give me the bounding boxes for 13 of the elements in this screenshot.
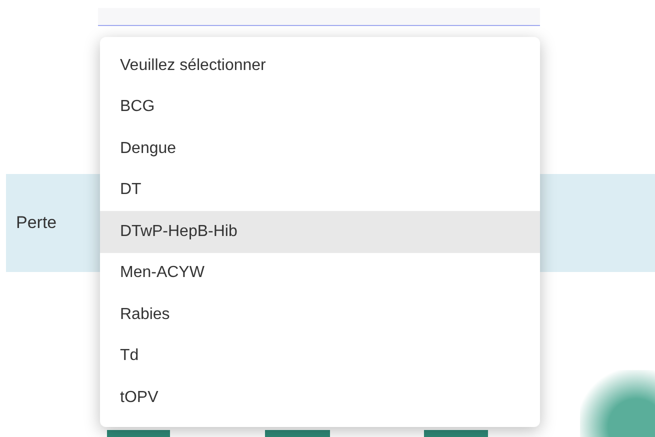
- menu-option[interactable]: Dengue: [100, 128, 540, 170]
- button-strip: [424, 430, 488, 437]
- menu-option[interactable]: Td: [100, 336, 540, 377]
- menu-option[interactable]: Veuillez sélectionner: [100, 45, 540, 86]
- menu-option[interactable]: DT: [100, 170, 540, 211]
- menu-option[interactable]: tOPV: [100, 377, 540, 418]
- menu-option[interactable]: BCG: [100, 86, 540, 128]
- button-strip: [107, 430, 170, 437]
- menu-option[interactable]: DTwP-HepB-Hib: [100, 211, 540, 252]
- button-strip: [265, 430, 330, 437]
- menu-option[interactable]: Rabies: [100, 294, 540, 336]
- row-label: Perte: [16, 212, 57, 234]
- menu-option[interactable]: Men-ACYW: [100, 252, 540, 294]
